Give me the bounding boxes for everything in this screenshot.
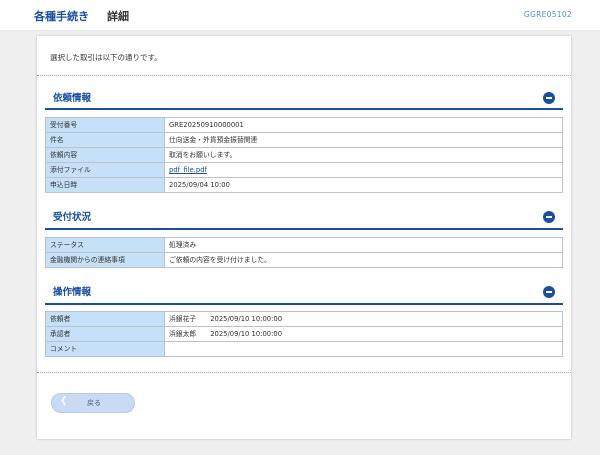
row-label: 件名 xyxy=(45,132,165,148)
row-label: コメント xyxy=(45,341,165,357)
request-info-table: 受付番号 GRE20250910000001 件名 仕向送金・外貨預金振替関連 … xyxy=(45,117,563,193)
row-label: 依頼内容 xyxy=(45,147,165,163)
section-title-operation: 操作情報 xyxy=(53,287,92,298)
operation-info-table: 依頼者 浜銀花子 2025/09/10 10:00:00 承認者 浜銀太郎 2025… xyxy=(45,311,563,357)
row-label: 承認者 xyxy=(45,326,165,342)
section-underline xyxy=(45,108,563,110)
back-button[interactable]: ❮ 戻る xyxy=(51,393,135,413)
requester-cell: 浜銀花子 2025/09/10 10:00:00 xyxy=(164,311,563,327)
requester-datetime: 2025/09/10 10:00:00 xyxy=(210,315,283,323)
chevron-left-icon: ❮ xyxy=(60,396,68,406)
application-datetime: 2025/09/04 10:00 xyxy=(164,177,563,193)
request-content-value: 取消をお願いします。 xyxy=(164,147,563,163)
collapse-operation-button[interactable] xyxy=(543,286,555,298)
approver-name: 浜銀太郎 xyxy=(169,330,197,338)
row-label: 依頼者 xyxy=(45,311,165,327)
page-category-title: 各種手続き xyxy=(34,10,89,23)
divider xyxy=(37,372,571,373)
page-title: 詳細 xyxy=(107,10,129,23)
row-label: 申込日時 xyxy=(45,177,165,193)
table-row: 金融機関からの連絡事項 ご依頼の内容を受け付けました。 xyxy=(45,252,563,268)
collapse-request-button[interactable] xyxy=(543,92,555,104)
table-row: 申込日時 2025/09/04 10:00 xyxy=(45,177,563,193)
attachment-cell: pdf_file.pdf xyxy=(164,162,563,178)
approver-datetime: 2025/09/10 10:00:00 xyxy=(210,330,283,338)
section-underline xyxy=(45,228,563,230)
screen-id: GGRE05102 xyxy=(523,10,572,19)
comment-value xyxy=(164,341,563,357)
status-value: 処理済み xyxy=(164,237,563,253)
subject-value: 仕向送金・外貨預金振替関連 xyxy=(164,132,563,148)
table-row: 依頼者 浜銀花子 2025/09/10 10:00:00 xyxy=(45,311,563,327)
table-row: 依頼内容 取消をお願いします。 xyxy=(45,147,563,163)
row-label: 添付ファイル xyxy=(45,162,165,178)
divider xyxy=(37,75,571,76)
table-row: ステータス 処理済み xyxy=(45,237,563,253)
status-info-table: ステータス 処理済み 金融機関からの連絡事項 ご依頼の内容を受け付けました。 xyxy=(45,237,563,268)
approver-cell: 浜銀太郎 2025/09/10 10:00:00 xyxy=(164,326,563,342)
detail-card: 選択した取引は以下の通りです。 依頼情報 受付番号 GRE20250910000… xyxy=(37,36,571,439)
section-underline xyxy=(45,303,563,305)
table-row: 承認者 浜銀太郎 2025/09/10 10:00:00 xyxy=(45,326,563,342)
bank-message-value: ご依頼の内容を受け付けました。 xyxy=(164,252,563,268)
header-bar: 各種手続き 詳細 GGRE05102 xyxy=(0,0,600,31)
table-row: 添付ファイル pdf_file.pdf xyxy=(45,162,563,178)
section-title-status: 受付状況 xyxy=(53,212,92,223)
collapse-status-button[interactable] xyxy=(543,211,555,223)
table-row: コメント xyxy=(45,341,563,357)
intro-text: 選択した取引は以下の通りです。 xyxy=(50,53,162,62)
reception-number: GRE20250910000001 xyxy=(164,117,563,133)
row-label: 金融機関からの連絡事項 xyxy=(45,252,165,268)
table-row: 件名 仕向送金・外貨預金振替関連 xyxy=(45,132,563,148)
back-button-label: 戻る xyxy=(87,399,101,407)
section-title-request: 依頼情報 xyxy=(53,93,92,104)
table-row: 受付番号 GRE20250910000001 xyxy=(45,117,563,133)
row-label: 受付番号 xyxy=(45,117,165,133)
requester-name: 浜銀花子 xyxy=(169,315,197,323)
row-label: ステータス xyxy=(45,237,165,253)
attachment-link[interactable]: pdf_file.pdf xyxy=(169,166,207,174)
